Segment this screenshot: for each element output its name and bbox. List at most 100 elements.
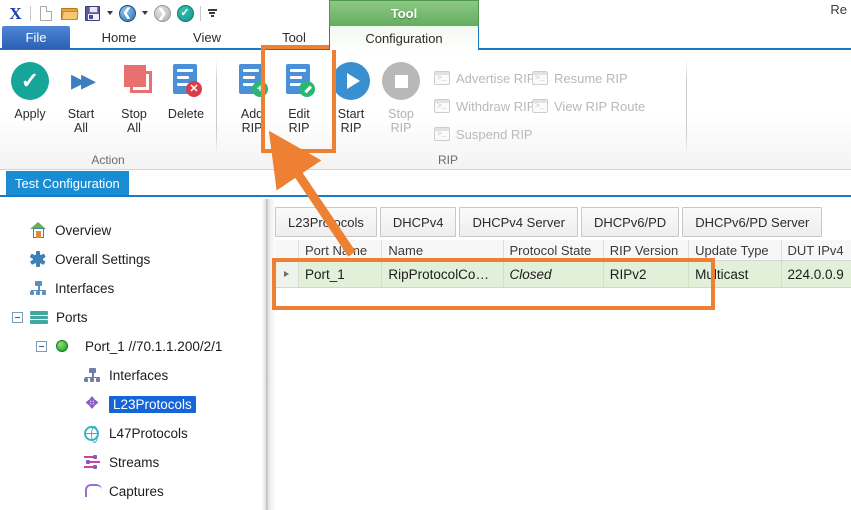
document-add-icon: + (233, 62, 271, 100)
pane-splitter[interactable] (262, 199, 275, 510)
forward-icon[interactable]: ❯ (151, 2, 173, 24)
content-pane: L23Protocols DHCPv4 DHCPv4 Server DHCPv6… (275, 199, 851, 510)
table-row[interactable]: Port_1 RipProtocolCo… Closed RIPv2 Multi… (275, 261, 851, 288)
streams-icon (82, 453, 102, 471)
stop-squares-icon (115, 62, 153, 100)
tree-item-overall-settings[interactable]: Overall Settings (28, 246, 150, 272)
document-tab-underline (0, 195, 851, 197)
toolbar-divider-2 (200, 5, 201, 21)
tree-item-captures[interactable]: Captures (82, 478, 164, 504)
column-header-protocol-state[interactable]: Protocol State (504, 240, 604, 260)
open-folder-icon[interactable] (58, 2, 80, 24)
tree-item-port-interfaces[interactable]: Interfaces (82, 362, 168, 388)
network-icon (28, 279, 48, 297)
start-all-button[interactable]: ▸▸ Start All (53, 56, 109, 152)
grid-header-row: Port Name Name Protocol State RIP Versio… (275, 240, 851, 261)
cell-name[interactable]: RipProtocolCo… (382, 261, 504, 287)
column-header-name[interactable]: Name (382, 240, 504, 260)
tree-item-ports[interactable]: Ports (12, 304, 88, 330)
ports-icon (29, 308, 49, 326)
toolbar-divider (30, 5, 31, 21)
tree-item-l47protocols[interactable]: L47Protocols (82, 420, 188, 446)
back-dropdown-icon[interactable] (139, 2, 150, 24)
tree-item-label: Captures (109, 483, 164, 499)
tree-item-label: Port_1 //70.1.1.200/2/1 (85, 338, 223, 354)
save-dropdown-icon[interactable] (104, 2, 115, 24)
edit-rip-button[interactable]: Edit RIP (271, 56, 327, 152)
tree-item-interfaces-root[interactable]: Interfaces (28, 275, 114, 301)
console-icon (434, 127, 450, 141)
apply-button[interactable]: ✓ Apply (2, 56, 58, 152)
tab-dhcpv6-pd[interactable]: DHCPv6/PD (580, 207, 680, 237)
new-icon[interactable] (35, 2, 57, 24)
column-header-dut-ipv4[interactable]: DUT IPv4 (782, 240, 851, 260)
stop-all-button[interactable]: Stop All (106, 56, 162, 152)
save-icon[interactable] (81, 2, 103, 24)
suspend-rip-command[interactable]: Suspend RIP (434, 124, 533, 144)
tab-view[interactable]: View (176, 26, 238, 48)
row-selector-cell[interactable] (275, 261, 299, 287)
tree-item-port-1[interactable]: Port_1 //70.1.1.200/2/1 (36, 333, 222, 359)
tree-item-label: Interfaces (109, 367, 169, 383)
edit-rip-label-2: RIP (288, 121, 310, 135)
check-circle-icon: ✓ (11, 62, 49, 100)
document-tab-bar: Test Configuration (0, 171, 851, 197)
globe-icon (82, 424, 102, 443)
tab-l23protocols[interactable]: L23Protocols (275, 207, 377, 237)
tab-configuration[interactable]: Configuration (329, 26, 479, 50)
tab-dhcpv4[interactable]: DHCPv4 (379, 207, 457, 237)
add-rip-label-1: Add (240, 107, 264, 121)
tab-home[interactable]: Home (86, 26, 152, 48)
apply-check-icon[interactable]: ✓ (174, 2, 196, 24)
tab-tool[interactable]: Tool (262, 26, 326, 48)
tab-dhcpv6-pd-server[interactable]: DHCPv6/PD Server (682, 207, 823, 237)
ribbon-group-rip: + Add RIP Edit RIP Start RIP Stop RIP >_… (218, 50, 686, 170)
protocol-tab-bar: L23Protocols DHCPv4 DHCPv4 Server DHCPv6… (275, 207, 825, 237)
tree-item-overview[interactable]: Overview (28, 217, 111, 243)
delete-button[interactable]: ✕ Delete (158, 56, 214, 152)
document-edit-icon (280, 62, 318, 100)
customize-toolbar-icon[interactable] (205, 2, 219, 24)
resume-rip-command[interactable]: Resume RIP (532, 68, 628, 88)
splitter-grip[interactable] (266, 199, 270, 510)
view-rip-route-command[interactable]: View RIP Route (532, 96, 645, 116)
column-header-update-type[interactable]: Update Type (689, 240, 782, 260)
start-rip-button[interactable]: Start RIP (323, 56, 379, 152)
delete-button-label: Delete (167, 107, 205, 121)
tab-dhcpv4-server[interactable]: DHCPv4 Server (459, 207, 578, 237)
stop-rip-button[interactable]: Stop RIP (373, 56, 429, 152)
cell-rip-version[interactable]: RIPv2 (604, 261, 690, 287)
back-icon[interactable]: ❮ (116, 2, 138, 24)
tree-item-label: L23Protocols (109, 395, 196, 413)
document-tab-test-configuration[interactable]: Test Configuration (6, 171, 129, 195)
withdraw-rip-command[interactable]: Withdraw RIP (434, 96, 535, 116)
collapse-expander-icon[interactable] (36, 340, 47, 352)
withdraw-rip-label: Withdraw RIP (456, 98, 536, 114)
cell-dut-ipv4[interactable]: 224.0.0.9 (782, 261, 851, 287)
collapse-expander-icon[interactable] (12, 311, 23, 323)
cell-port-name[interactable]: Port_1 (299, 261, 383, 287)
column-header-port-name[interactable]: Port Name (299, 240, 383, 260)
green-status-dot-icon (53, 337, 73, 355)
tree-item-streams[interactable]: Streams (82, 449, 159, 475)
advertise-rip-command[interactable]: Advertise RIP (434, 68, 535, 88)
tree-item-label: Overall Settings (55, 251, 151, 267)
application-window: X ❮ ❯ ✓ Re Tool File Home View Tool Conf… (0, 0, 851, 510)
contextual-tool-group-header: Tool (329, 0, 479, 26)
console-icon (434, 71, 450, 85)
view-rip-route-label: View RIP Route (554, 98, 646, 114)
navigation-tree: Overview Overall Settings Interfaces Por… (0, 199, 262, 510)
tree-item-l23protocols[interactable]: ✥ L23Protocols (82, 391, 196, 417)
group-label-action: Action (91, 153, 125, 167)
cell-protocol-state[interactable]: Closed (504, 261, 604, 287)
tab-file[interactable]: File (2, 26, 70, 49)
cell-update-type[interactable]: Multicast (689, 261, 782, 287)
network-icon (82, 366, 102, 384)
column-header-rip-version[interactable]: RIP Version (604, 240, 690, 260)
tree-item-label: Interfaces (55, 280, 115, 296)
tree-item-label: Ports (56, 309, 88, 325)
start-rip-label-1: Start (337, 107, 365, 121)
ribbon-tab-strip: File Home View Tool Configuration (0, 26, 851, 50)
play-circle-icon (332, 62, 370, 100)
group-divider-2 (686, 58, 687, 156)
